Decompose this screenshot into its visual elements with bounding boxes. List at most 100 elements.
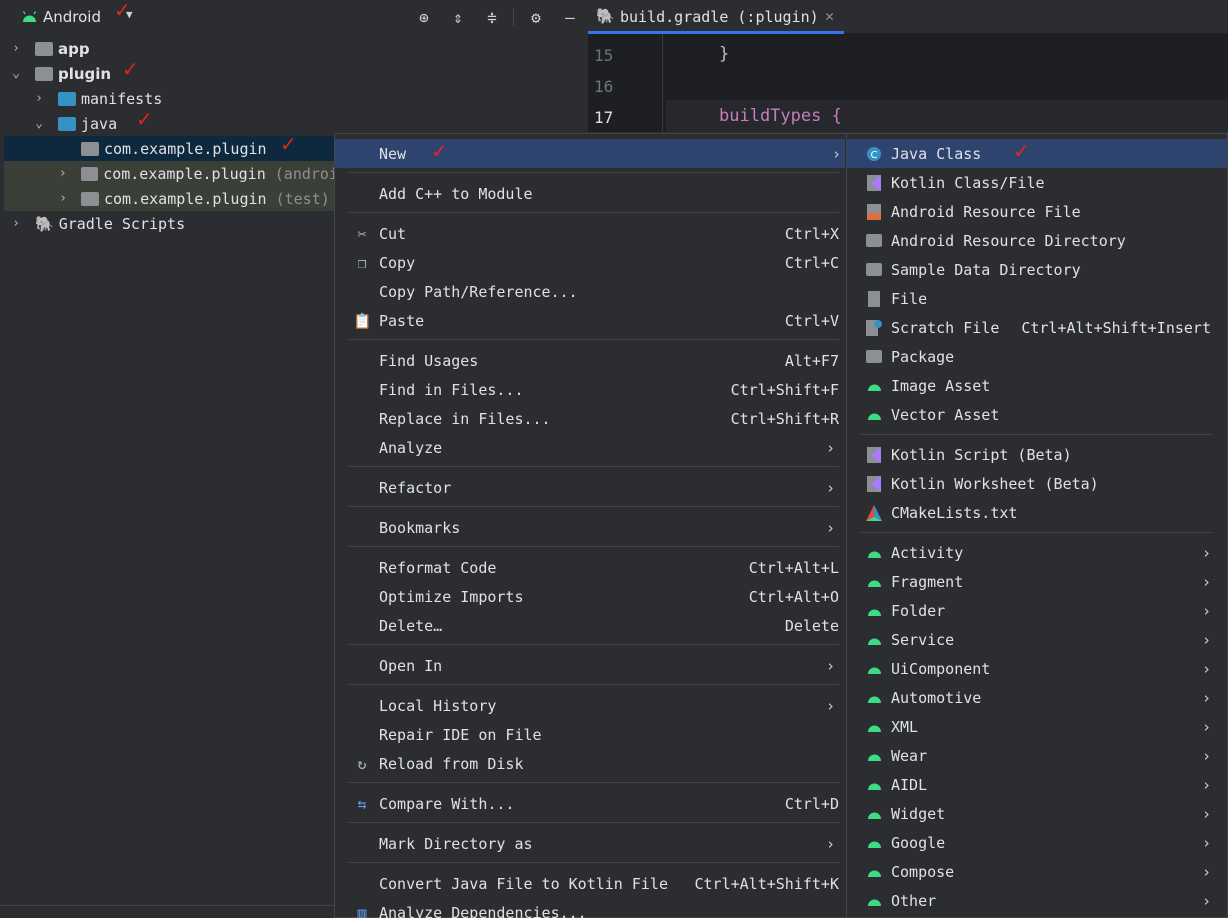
submenu-item-sample-data-directory[interactable]: Sample Data Directory	[847, 255, 1227, 284]
menu-item-add-cpp[interactable]: Add C++ to Module	[349, 179, 839, 208]
submenu-item-file[interactable]: File	[847, 284, 1227, 313]
submenu-item-aidl[interactable]: AIDL ›	[847, 770, 1227, 799]
chevron-down-icon[interactable]: ⌄	[32, 116, 46, 131]
menu-label: Other	[891, 891, 937, 910]
submenu-item-google[interactable]: Google ›	[847, 828, 1227, 857]
submenu-item-folder[interactable]: Folder ›	[847, 596, 1227, 625]
menu-item-compare-with[interactable]: ⇆ Compare With... Ctrl+D	[349, 789, 839, 818]
menu-item-analyze[interactable]: Analyze ›	[349, 433, 839, 462]
menu-item-reload[interactable]: ↻ Reload from Disk	[349, 749, 839, 778]
android-icon	[865, 892, 883, 910]
submenu-item-package[interactable]: Package	[847, 342, 1227, 371]
android-icon	[865, 863, 883, 881]
project-view-selector[interactable]: Android	[43, 8, 101, 26]
menu-item-find-usages[interactable]: Find Usages Alt+F7	[349, 346, 839, 375]
android-icon	[865, 747, 883, 765]
submenu-item-xml[interactable]: XML ›	[847, 712, 1227, 741]
tree-item-app[interactable]: › app	[0, 36, 588, 61]
submenu-item-wear[interactable]: Wear ›	[847, 741, 1227, 770]
submenu-item-cmakelists[interactable]: CMakeLists.txt	[847, 498, 1227, 527]
menu-item-paste[interactable]: 📋 Paste Ctrl+V	[349, 306, 839, 335]
menu-separator	[349, 644, 839, 645]
locate-icon[interactable]: ⊕	[413, 6, 435, 28]
expand-all-icon[interactable]: ⇕	[447, 6, 469, 28]
kotlin-file-icon	[865, 475, 883, 493]
chevron-right-icon[interactable]: ›	[9, 216, 23, 231]
menu-item-replace-in-files[interactable]: Replace in Files... Ctrl+Shift+R	[349, 404, 839, 433]
java-class-icon: C	[865, 145, 883, 163]
module-folder-icon	[35, 41, 53, 56]
menu-label: Mark Directory as	[379, 834, 533, 853]
tree-item-plugin[interactable]: ⌄ plugin ✓	[0, 57, 588, 86]
shortcut: Delete	[784, 616, 839, 635]
menu-label: New	[379, 144, 407, 163]
submenu-item-compose[interactable]: Compose ›	[847, 857, 1227, 886]
resource-file-icon	[865, 203, 883, 221]
menu-label: Scratch File	[891, 318, 1000, 337]
menu-item-open-in[interactable]: Open In ›	[349, 651, 839, 680]
submenu-item-kotlin-script[interactable]: Kotlin Script (Beta)	[847, 440, 1227, 469]
menu-item-copy-path[interactable]: Copy Path/Reference...	[349, 277, 839, 306]
menu-item-local-history[interactable]: Local History ›	[349, 691, 839, 720]
android-icon	[865, 573, 883, 591]
submenu-item-android-resource-file[interactable]: Android Resource File	[847, 197, 1227, 226]
menu-item-repair-ide[interactable]: Repair IDE on File	[349, 720, 839, 749]
menu-item-analyze-dependencies[interactable]: ▥ Analyze Dependencies...	[349, 898, 839, 918]
code-editor[interactable]: 🐘 build.gradle (:plugin) ✕ 15 } 16 17 bu…	[588, 0, 1228, 132]
editor-tab[interactable]: 🐘 build.gradle (:plugin) ✕	[588, 0, 844, 34]
kotlin-file-icon	[865, 174, 883, 192]
android-icon	[22, 9, 37, 27]
chevron-right-icon[interactable]: ›	[9, 41, 23, 56]
submenu-item-kotlin-class[interactable]: Kotlin Class/File	[847, 168, 1227, 197]
shortcut: Ctrl+Alt+O	[748, 587, 839, 606]
submenu-item-java-class[interactable]: C Java Class ✓	[847, 139, 1227, 168]
submenu-item-image-asset[interactable]: Image Asset	[847, 371, 1227, 400]
menu-item-new[interactable]: New › ✓	[335, 139, 845, 168]
menu-item-reformat[interactable]: Reformat Code Ctrl+Alt+L	[349, 553, 839, 582]
editor-body[interactable]: 15 } 16 17 buildTypes {	[588, 34, 1228, 132]
menu-label: Activity	[891, 543, 964, 562]
menu-item-copy[interactable]: ❐ Copy Ctrl+C	[349, 248, 839, 277]
shortcut: Ctrl+Shift+F	[730, 380, 839, 399]
collapse-all-icon[interactable]: ≑	[481, 6, 503, 28]
submenu-item-widget[interactable]: Widget ›	[847, 799, 1227, 828]
menu-item-cut[interactable]: ✂ Cut Ctrl+X	[349, 219, 839, 248]
submenu-item-uicomponent[interactable]: UiComponent ›	[847, 654, 1227, 683]
submenu-item-scratch-file[interactable]: Scratch File Ctrl+Alt+Shift+Insert	[847, 313, 1227, 342]
chevron-right-icon[interactable]: ›	[56, 191, 70, 206]
line-number: 15	[594, 46, 614, 65]
menu-item-mark-directory[interactable]: Mark Directory as ›	[349, 829, 839, 858]
chevron-right-icon[interactable]: ›	[56, 166, 70, 181]
menu-item-bookmarks[interactable]: Bookmarks ›	[349, 513, 839, 542]
chevron-right-icon: ›	[825, 696, 835, 715]
submenu-item-kotlin-worksheet[interactable]: Kotlin Worksheet (Beta)	[847, 469, 1227, 498]
menu-item-convert-to-kotlin[interactable]: Convert Java File to Kotlin File Ctrl+Alt…	[349, 869, 839, 898]
tree-suffix: (test)	[275, 189, 330, 208]
gear-icon[interactable]: ⚙	[525, 6, 547, 28]
menu-label: Wear	[891, 746, 928, 765]
tree-item-package-android-test[interactable]: › com.example.plugin (androi	[4, 161, 338, 186]
chevron-right-icon: ›	[1201, 572, 1211, 591]
chevron-right-icon: ›	[1201, 717, 1211, 736]
menu-item-optimize-imports[interactable]: Optimize Imports Ctrl+Alt+O	[349, 582, 839, 611]
submenu-item-service[interactable]: Service ›	[847, 625, 1227, 654]
submenu-item-android-resource-directory[interactable]: Android Resource Directory	[847, 226, 1227, 255]
minimize-icon[interactable]: —	[559, 6, 581, 28]
chevron-right-icon[interactable]: ›	[32, 91, 46, 106]
menu-label: Package	[891, 347, 955, 366]
code-line: }	[719, 44, 730, 64]
tree-item-package-test[interactable]: › com.example.plugin (test)	[4, 186, 338, 211]
submenu-item-activity[interactable]: Activity ›	[847, 538, 1227, 567]
submenu-item-fragment[interactable]: Fragment ›	[847, 567, 1227, 596]
menu-item-refactor[interactable]: Refactor ›	[349, 473, 839, 502]
menu-label: Reload from Disk	[379, 754, 524, 773]
submenu-item-automotive[interactable]: Automotive ›	[847, 683, 1227, 712]
tree-item-package-main[interactable]: com.example.plugin ✓	[4, 132, 338, 161]
submenu-item-other[interactable]: Other ›	[847, 886, 1227, 915]
close-icon[interactable]: ✕	[825, 7, 834, 25]
menu-item-find-in-files[interactable]: Find in Files... Ctrl+Shift+F	[349, 375, 839, 404]
menu-item-delete[interactable]: Delete… Delete	[349, 611, 839, 640]
chevron-down-icon[interactable]: ⌄	[9, 66, 23, 81]
tree-item-manifests[interactable]: › manifests	[0, 86, 588, 111]
submenu-item-vector-asset[interactable]: Vector Asset	[847, 400, 1227, 429]
